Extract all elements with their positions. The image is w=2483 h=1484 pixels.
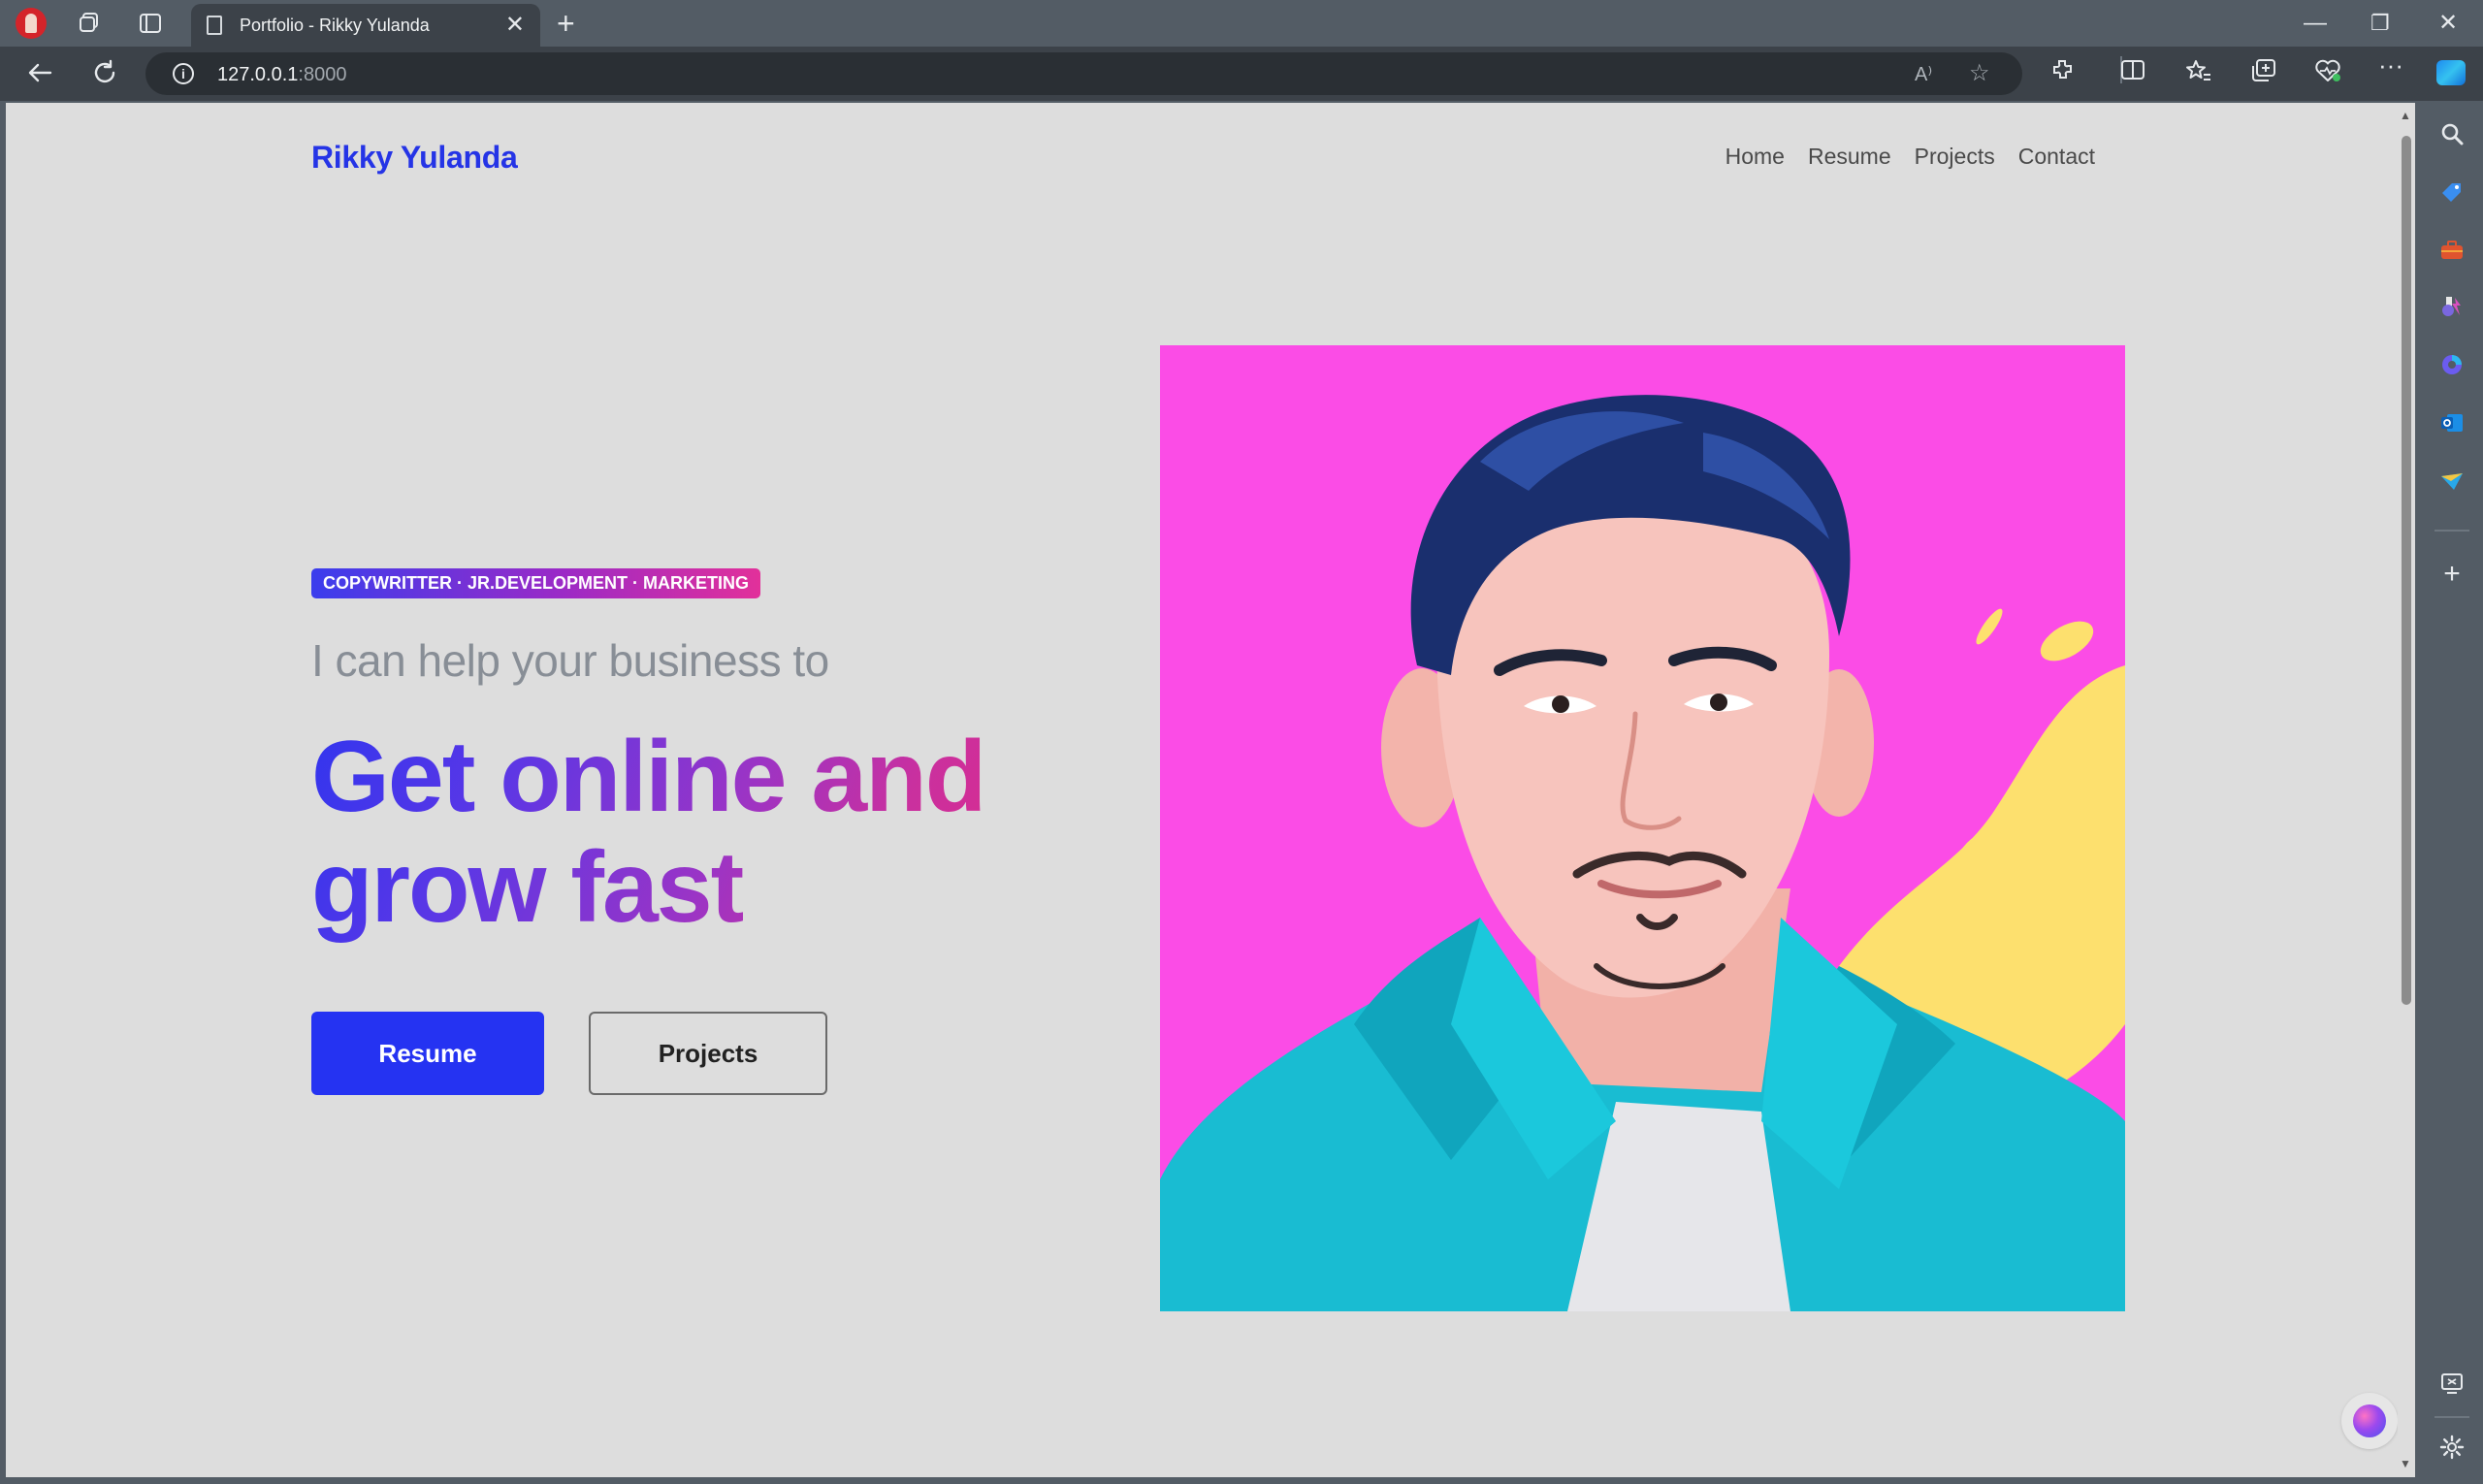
copilot-sidebar-icon[interactable] (2438, 351, 2466, 378)
scrollbar-thumb[interactable] (2402, 136, 2411, 1005)
site-brand[interactable]: Rikky Yulanda (311, 140, 518, 176)
hero-subtitle: I can help your business to (311, 635, 829, 686)
profile-avatar[interactable] (16, 8, 47, 39)
url-text[interactable]: 127.0.0.1:8000 (217, 64, 346, 86)
favorites-icon[interactable] (2185, 58, 2212, 89)
floating-brain-icon (2353, 1404, 2386, 1437)
refresh-icon[interactable] (90, 58, 119, 94)
restore-button[interactable]: ❐ (2370, 6, 2390, 41)
browser-essentials-icon[interactable] (2314, 58, 2341, 89)
page-icon (207, 16, 222, 35)
title-bar: Portfolio - Rikky Yulanda ✕ + — ❐ ✕ (0, 0, 2483, 47)
hero-title: Get online and grow fast (311, 722, 1048, 943)
url-port: :8000 (298, 64, 347, 85)
page-scrollbar[interactable]: ▲ ▼ (2398, 103, 2415, 1477)
browser-tab[interactable]: Portfolio - Rikky Yulanda ✕ (191, 4, 540, 47)
scroll-up-arrow-icon[interactable]: ▲ (2400, 109, 2411, 122)
search-icon[interactable] (2438, 120, 2466, 147)
floating-assistant-button[interactable] (2341, 1393, 2398, 1449)
projects-button[interactable]: Projects (589, 1012, 827, 1095)
add-icon[interactable]: + (2438, 560, 2466, 589)
tab-title: Portfolio - Rikky Yulanda (240, 15, 430, 35)
hero-title-line2: grow fast (311, 831, 743, 944)
sidebar-divider (2435, 530, 2469, 532)
workspaces-icon[interactable] (76, 10, 103, 37)
site-nav: Home Resume Projects Contact (1725, 144, 2095, 170)
favorite-star-icon[interactable]: ☆ (1969, 61, 1990, 86)
back-icon[interactable] (25, 58, 54, 94)
hero-badge: COPYWRITTER · JR.DEVELOPMENT · MARKETING (311, 568, 761, 598)
shopping-tag-icon[interactable] (2438, 178, 2466, 206)
extensions-icon[interactable] (2050, 58, 2074, 87)
browser-sidebar: + (2421, 101, 2483, 1484)
split-screen-icon[interactable] (2120, 58, 2145, 87)
nav-link-projects[interactable]: Projects (1915, 144, 1995, 170)
nav-link-home[interactable]: Home (1725, 144, 1785, 170)
nav-link-resume[interactable]: Resume (1808, 144, 1891, 170)
tools-briefcase-icon[interactable] (2438, 237, 2466, 264)
read-aloud-icon[interactable]: A⁾ (1915, 62, 1932, 87)
screenshot-icon[interactable] (2438, 1370, 2466, 1397)
address-bar[interactable]: i 127.0.0.1:8000 A⁾ ☆ (145, 52, 2022, 95)
sidebar-divider-bottom (2435, 1416, 2469, 1418)
games-icon[interactable] (2438, 293, 2466, 320)
new-tab-button[interactable]: + (557, 6, 575, 41)
page-viewport: Rikky Yulanda Home Resume Projects Conta… (6, 103, 2415, 1477)
hero-title-line1: Get online and (311, 721, 985, 833)
settings-icon[interactable] (2438, 1434, 2466, 1461)
outlook-icon[interactable] (2438, 409, 2466, 436)
url-host: 127.0.0.1 (217, 64, 299, 85)
tab-actions-icon[interactable] (137, 10, 164, 37)
profile-portrait (1160, 345, 2125, 1311)
scroll-down-arrow-icon[interactable]: ▼ (2400, 1457, 2411, 1470)
site-info-icon[interactable]: i (173, 63, 194, 84)
tab-close-icon[interactable]: ✕ (505, 14, 525, 37)
minimize-button[interactable]: — (2304, 6, 2327, 41)
close-window-button[interactable]: ✕ (2438, 6, 2458, 41)
more-icon[interactable]: ··· (2378, 52, 2403, 78)
browser-toolbar: i 127.0.0.1:8000 A⁾ ☆ (0, 47, 2483, 101)
collections-icon[interactable] (2250, 58, 2277, 89)
drop-icon[interactable] (2438, 468, 2466, 495)
copilot-icon[interactable] (2436, 60, 2466, 85)
nav-link-contact[interactable]: Contact (2018, 144, 2095, 170)
resume-button[interactable]: Resume (311, 1012, 544, 1095)
